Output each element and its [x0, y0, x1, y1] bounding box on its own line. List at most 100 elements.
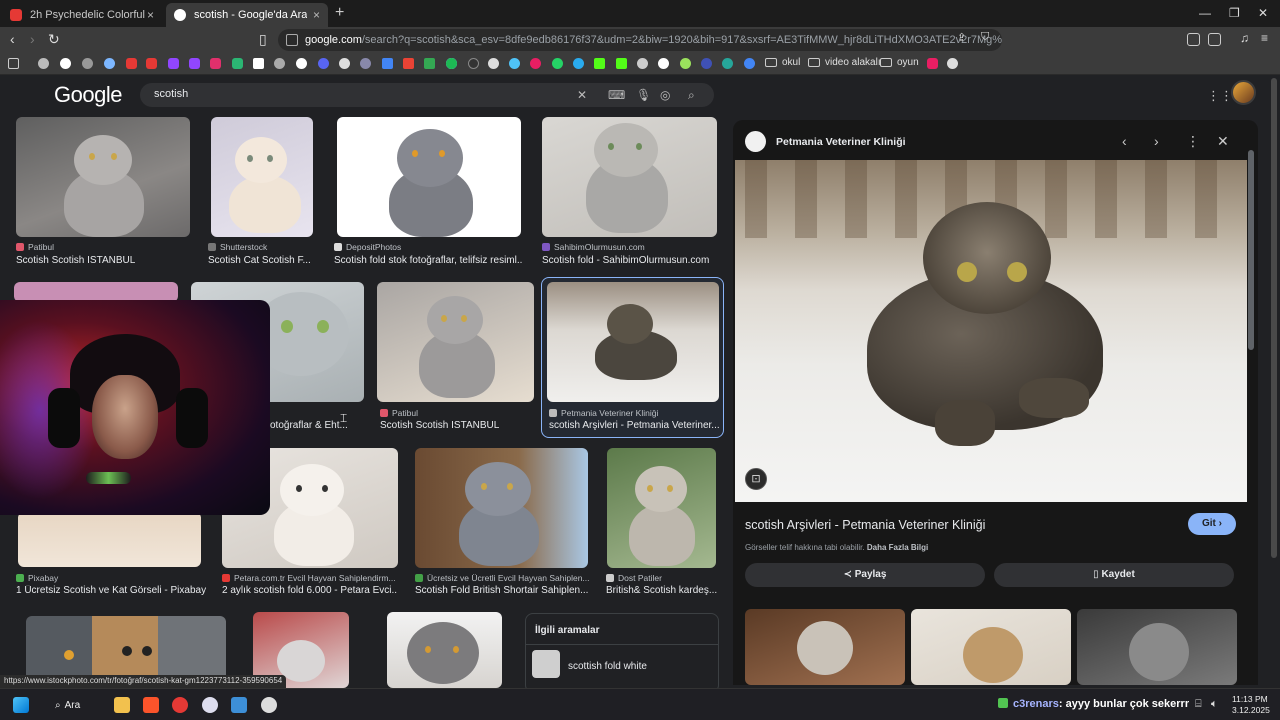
result-source[interactable]: Dost Patiler [606, 573, 718, 583]
telegram-bookmark-icon[interactable] [573, 58, 584, 69]
result-image[interactable] [607, 448, 716, 568]
related-item[interactable]: scottish fold white [568, 661, 647, 672]
result-image[interactable] [18, 512, 201, 567]
result-image[interactable] [211, 117, 313, 237]
menu-icon[interactable]: ≡ [1261, 31, 1268, 45]
spotify-bookmark-icon[interactable] [446, 58, 457, 69]
kick-bookmark-icon[interactable] [594, 58, 605, 69]
brave-shield-icon[interactable]: ⛉ [981, 31, 989, 44]
result-title[interactable]: Scotish fold - SahibimOlurmusun.com [542, 255, 717, 266]
result-source[interactable]: Patibul [16, 242, 190, 252]
kick-bookmark-icon[interactable] [616, 58, 627, 69]
twitch-bookmark-icon[interactable] [189, 58, 200, 69]
result-image[interactable] [387, 612, 502, 688]
related-thumbnail[interactable] [532, 650, 560, 678]
drive-bookmark-icon[interactable] [424, 58, 435, 69]
bookmark-icon[interactable] [701, 58, 712, 69]
reload-icon[interactable]: ↻ [48, 31, 60, 48]
related-image[interactable] [1077, 609, 1237, 685]
bookmark-icon[interactable] [339, 58, 350, 69]
search-box[interactable]: scotish ✕ ⌨ 🎙︎ ◎ ⌕ [140, 83, 714, 107]
result-image[interactable] [16, 117, 190, 237]
brave-icon[interactable] [143, 697, 159, 713]
github-bookmark-icon[interactable] [488, 58, 499, 69]
discord-bookmark-icon[interactable] [318, 58, 329, 69]
result-title[interactable]: 1 Ücretsiz Scotish ve Kat Görseli - Pixa… [16, 585, 206, 596]
result-title[interactable]: Scotish Scotish İSTANBUL [380, 420, 530, 431]
close-panel-icon[interactable]: ✕ [1217, 133, 1229, 150]
result-source[interactable]: Shutterstock [208, 242, 318, 252]
next-icon[interactable]: › [1154, 133, 1159, 149]
site-info-icon[interactable] [286, 34, 298, 46]
bookmark-icon[interactable] [658, 58, 669, 69]
result-title[interactable]: Scotish Scotish İSTANBUL [16, 255, 190, 266]
keyboard-icon[interactable]: ⌨ [608, 88, 625, 102]
clear-icon[interactable]: ✕ [577, 88, 587, 102]
result-title[interactable]: British& Scotish kardeş... [606, 585, 718, 596]
share-page-icon[interactable]: ⇪ [957, 31, 966, 44]
result-title[interactable]: Scotish Cat Scotish F... [208, 255, 318, 266]
result-image[interactable] [547, 282, 719, 402]
panel-title[interactable]: scotish Arşivleri - Petmania Veteriner K… [745, 518, 985, 532]
result-source[interactable]: SahibimOlurmusun.com [542, 242, 717, 252]
taskbar-search[interactable]: ⌕ Ara [55, 696, 103, 714]
google-bookmark-icon[interactable] [60, 58, 71, 69]
bookmark-icon[interactable] [680, 58, 691, 69]
more-options-icon[interactable]: ⋮ [1186, 133, 1200, 150]
bookmark-icon[interactable] [744, 58, 755, 69]
result-image[interactable] [377, 282, 534, 402]
bookmark-icon[interactable] [274, 58, 285, 69]
result-source[interactable]: Petara.com.tr Evcil Hayvan Sahiplendirm.… [222, 573, 398, 583]
panel-scrollbar[interactable] [1248, 128, 1254, 676]
bookmark-icon[interactable] [927, 58, 938, 69]
microphone-icon[interactable]: 🎙︎ [636, 88, 651, 102]
whatsapp-bookmark-icon[interactable] [552, 58, 563, 69]
result-image[interactable] [542, 117, 717, 237]
bookmark-icon[interactable] [360, 58, 371, 69]
lens-icon[interactable]: ◎ [660, 88, 670, 102]
bookmark-icon[interactable]: ▯ [259, 31, 267, 48]
tab-video[interactable]: 2h Psychedelic Colorful Neon Backgro × [2, 3, 162, 27]
learn-more-link[interactable]: Daha Fazla Bilgi [867, 543, 928, 552]
sidebar-icon[interactable] [1208, 33, 1221, 46]
panel-site-name[interactable]: Petmania Veteriner Kliniği [776, 136, 906, 148]
related-image[interactable] [911, 609, 1071, 685]
youtube-bookmark-icon[interactable] [146, 58, 157, 69]
result-title[interactable]: Scotish Fold British Shortair Sahiplen..… [415, 585, 590, 596]
tiktok-bookmark-icon[interactable] [296, 58, 307, 69]
result-source[interactable]: Ücretsiz ve Ücretli Evcil Hayvan Sahiple… [415, 573, 590, 583]
history-bookmark-icon[interactable] [38, 58, 49, 69]
bookmark-icon[interactable] [530, 58, 541, 69]
result-source[interactable]: Pixabay [16, 573, 206, 583]
windows-start-icon[interactable] [13, 697, 29, 713]
volume-icon[interactable]: 🔈︎ [1211, 698, 1218, 711]
bookmark-icon[interactable] [382, 58, 393, 69]
new-tab-button[interactable]: + [335, 4, 344, 22]
result-image[interactable] [337, 117, 521, 237]
bookmark-folder-okul[interactable]: okul [765, 57, 800, 68]
result-title[interactable]: scotish Arşivleri - Petmania Veteriner..… [549, 420, 719, 431]
back-icon[interactable]: ‹ [10, 31, 15, 47]
share-button[interactable]: ≺ Paylaş [745, 563, 985, 587]
close-tab-icon[interactable]: × [313, 8, 320, 22]
twitch-bookmark-icon[interactable] [168, 58, 179, 69]
media-player-icon[interactable] [172, 697, 188, 713]
x-bookmark-icon[interactable] [253, 58, 264, 69]
result-title[interactable]: 2 aylık scotish fold 6.000 - Petara Evci… [222, 585, 398, 596]
bookmark-icon[interactable] [104, 58, 115, 69]
tab-google-search[interactable]: scotish - Google'da Ara × [166, 3, 328, 27]
extensions-icon[interactable] [1187, 33, 1200, 46]
result-image[interactable] [14, 282, 178, 302]
bookmark-icon[interactable] [468, 58, 479, 69]
youtube-bookmark-icon[interactable] [126, 58, 137, 69]
bookmark-folder-video[interactable]: video alakalı [808, 57, 881, 68]
gmail-bookmark-icon[interactable] [403, 58, 414, 69]
instagram-bookmark-icon[interactable] [210, 58, 221, 69]
visual-search-icon[interactable]: ⊡ [745, 468, 767, 490]
address-bar[interactable]: google.com/search?q=scotish&sca_esv=8dfe… [278, 29, 1002, 51]
close-window-icon[interactable]: ✕ [1258, 6, 1268, 20]
system-clock[interactable]: 11:13 PM 3.12.2025 [1232, 694, 1270, 716]
photos-icon[interactable] [231, 697, 247, 713]
media-icon[interactable]: ♫ [1240, 31, 1249, 45]
apps-grid-icon[interactable] [8, 58, 19, 69]
